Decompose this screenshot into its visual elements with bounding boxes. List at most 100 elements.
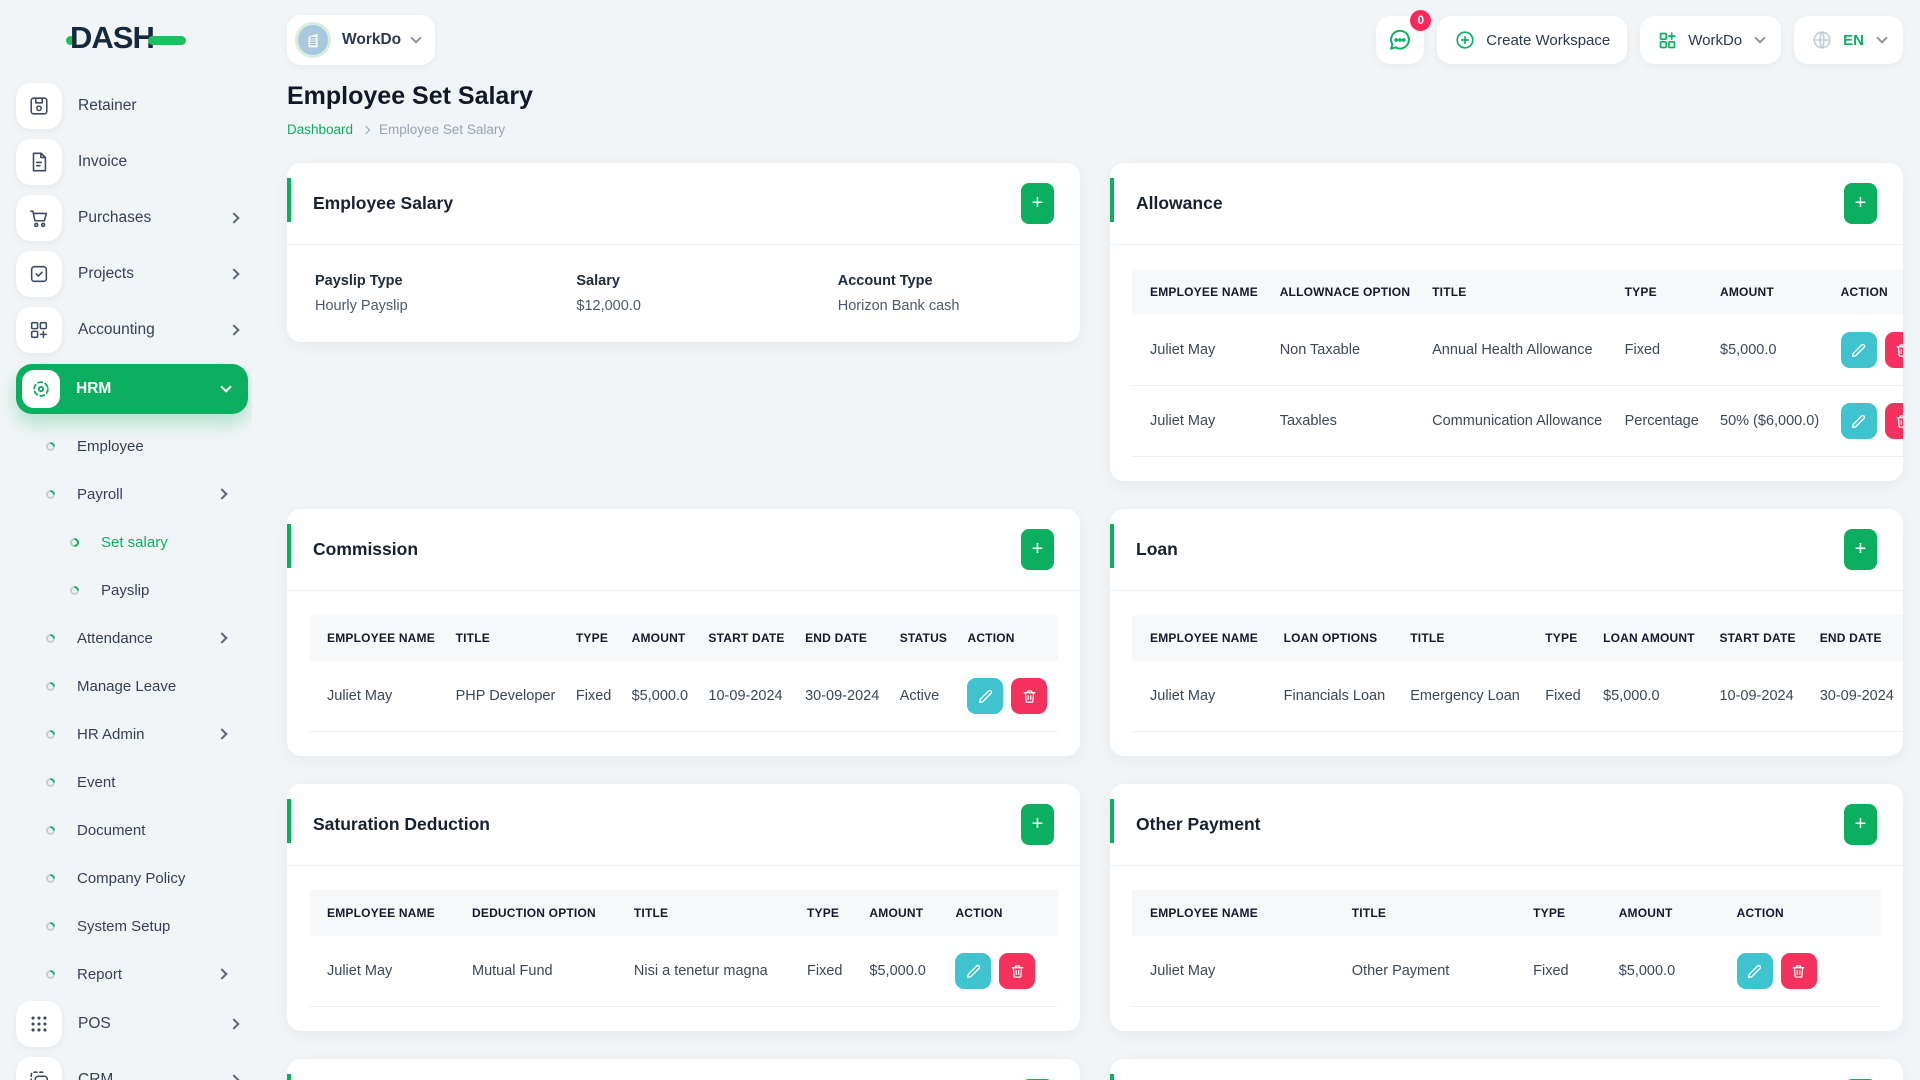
add-commission-button[interactable]: + bbox=[1021, 529, 1054, 570]
sidebar-item-retainer[interactable]: Retainer bbox=[16, 83, 252, 129]
sidebar-item-purchases[interactable]: Purchases bbox=[16, 195, 252, 241]
dash-logo[interactable]: DASH bbox=[16, 14, 252, 62]
column-header: TITLE bbox=[1341, 890, 1524, 936]
workspace-menu-button[interactable]: WorkDo bbox=[1640, 16, 1782, 64]
sidebar-item-set-salary[interactable]: Set salary bbox=[16, 522, 252, 562]
pencil-icon bbox=[1852, 343, 1866, 357]
workspace-switcher[interactable]: WorkDo bbox=[287, 15, 436, 65]
edit-button[interactable] bbox=[1840, 332, 1877, 368]
delete-button[interactable] bbox=[1884, 332, 1903, 368]
messages-button[interactable]: 0 bbox=[1376, 10, 1432, 64]
sidebar-item-hr-admin[interactable]: HR Admin bbox=[16, 714, 252, 754]
sidebar-item-accounting[interactable]: Accounting bbox=[16, 307, 252, 353]
sidebar-item-label: Payroll bbox=[77, 485, 123, 503]
plus-circle-icon bbox=[1456, 31, 1474, 49]
workspace-menu-label: WorkDo bbox=[1688, 31, 1743, 49]
commission-table: EMPLOYEE NAME TITLE TYPE AMOUNT START DATE EN… bbox=[309, 615, 1058, 732]
topbar-actions: 0 Create Workspace WorkDo EN bbox=[1376, 10, 1903, 64]
add-saturation-deduction-button[interactable]: + bbox=[1021, 804, 1054, 845]
sidebar-item-projects[interactable]: Projects bbox=[16, 251, 252, 297]
card-title: Saturation Deduction bbox=[313, 814, 490, 834]
edit-button[interactable] bbox=[967, 678, 1004, 714]
sidebar-item-payroll[interactable]: Payroll bbox=[16, 474, 252, 514]
column-header: DEDUCTION OPTION bbox=[462, 890, 624, 936]
sidebar-item-label: Attendance bbox=[77, 629, 153, 647]
delete-button[interactable] bbox=[1011, 678, 1048, 714]
sidebar-item-employee[interactable]: Employee bbox=[16, 426, 252, 466]
sidebar-item-hrm[interactable]: HRM bbox=[16, 364, 248, 414]
add-loan-button[interactable]: + bbox=[1844, 529, 1877, 570]
sidebar-item-manage-leave[interactable]: Manage Leave bbox=[16, 666, 252, 706]
chevron-right-icon bbox=[228, 1018, 240, 1030]
column-header: END DATE bbox=[795, 615, 890, 661]
bullet-icon bbox=[44, 967, 57, 981]
bullet-icon bbox=[44, 775, 57, 789]
create-workspace-button[interactable]: Create Workspace bbox=[1437, 16, 1628, 64]
column-header: AMOUNT bbox=[1710, 269, 1831, 315]
table-header-row: EMPLOYEE NAME DEDUCTION OPTION TITLE TYPE AM… bbox=[309, 890, 1058, 936]
projects-icon bbox=[16, 251, 62, 297]
sidebar-item-label: Set salary bbox=[101, 533, 168, 551]
card-title: Other Payment bbox=[1136, 814, 1261, 834]
breadcrumb-dashboard-link[interactable]: Dashboard bbox=[287, 122, 353, 137]
table-cell: $5,000.0 bbox=[1710, 315, 1831, 386]
sidebar-item-report[interactable]: Report bbox=[16, 954, 252, 994]
sidebar-item-label: Accounting bbox=[78, 321, 155, 338]
bullet-icon bbox=[44, 631, 57, 645]
card-header: Allowance + bbox=[1110, 163, 1903, 245]
sidebar-item-label: Report bbox=[77, 965, 123, 983]
pencil-icon bbox=[1748, 964, 1762, 978]
sidebar-item-event[interactable]: Event bbox=[16, 762, 252, 802]
card-header: Commission + bbox=[287, 509, 1080, 591]
edit-button[interactable] bbox=[1736, 953, 1773, 989]
actions-cell bbox=[945, 936, 1058, 1007]
sidebar-item-system-setup[interactable]: System Setup bbox=[16, 906, 252, 946]
sidebar-item-payslip[interactable]: Payslip bbox=[16, 570, 252, 610]
column-header: TYPE bbox=[1523, 890, 1609, 936]
trash-icon bbox=[1896, 414, 1903, 428]
bullet-icon bbox=[68, 583, 81, 597]
column-header: TITLE bbox=[623, 890, 797, 936]
delete-button[interactable] bbox=[999, 953, 1036, 989]
edit-button[interactable] bbox=[955, 953, 992, 989]
employee-salary-card: Employee Salary + Payslip Type Hourly Pa… bbox=[287, 163, 1080, 342]
sidebar-item-invoice[interactable]: Invoice bbox=[16, 139, 252, 185]
column-header: END DATE bbox=[1809, 615, 1903, 661]
card-header: Saturation Deduction + bbox=[287, 784, 1080, 866]
add-other-payment-button[interactable]: + bbox=[1844, 804, 1877, 845]
column-header: TYPE bbox=[1535, 615, 1594, 661]
sidebar-item-label: Retainer bbox=[78, 97, 137, 114]
table-row: Juliet May Taxables Communication Allowanc… bbox=[1132, 385, 1903, 457]
topbar: WorkDo 0 Create Workspace WorkDo EN bbox=[287, 0, 1903, 70]
delete-button[interactable] bbox=[1884, 403, 1903, 439]
column-header: TYPE bbox=[796, 890, 860, 936]
column-header: STATUS bbox=[889, 615, 958, 661]
sidebar-item-pos[interactable]: POS bbox=[16, 1001, 252, 1047]
table-row: Juliet May PHP Developer Fixed $5,000.0 10-0… bbox=[309, 661, 1058, 732]
language-selector[interactable]: EN bbox=[1794, 16, 1903, 64]
table-cell: PHP Developer bbox=[445, 661, 566, 732]
table-cell: Juliet May bbox=[309, 936, 462, 1007]
pencil-icon bbox=[978, 689, 993, 703]
table-cell: Juliet May bbox=[1132, 315, 1270, 386]
sidebar-item-label: POS bbox=[78, 1015, 111, 1032]
sidebar-item-document[interactable]: Document bbox=[16, 810, 252, 850]
sidebar-item-crm[interactable]: CRM bbox=[16, 1057, 252, 1080]
add-allowance-button[interactable]: + bbox=[1844, 183, 1877, 224]
actions-cell bbox=[1830, 315, 1903, 386]
sidebar-item-company-policy[interactable]: Company Policy bbox=[16, 858, 252, 898]
allowance-card: Allowance + EMPLOYEE NAME ALLOWNACE OPTIO… bbox=[1110, 163, 1903, 481]
edit-button[interactable] bbox=[1840, 403, 1877, 439]
add-employee-salary-button[interactable]: + bbox=[1021, 183, 1054, 224]
retainer-icon bbox=[16, 83, 62, 129]
column-header: ACTION bbox=[1726, 890, 1881, 936]
sidebar-item-attendance[interactable]: Attendance bbox=[16, 618, 252, 658]
column-header: START DATE bbox=[698, 615, 796, 661]
delete-button[interactable] bbox=[1780, 953, 1817, 989]
table-cell: Fixed bbox=[565, 661, 622, 732]
table-cell: 10-09-2024 bbox=[1709, 661, 1810, 732]
table-cell: 10-09-2024 bbox=[698, 661, 796, 732]
column-header: EMPLOYEE NAME bbox=[1132, 890, 1342, 936]
trash-icon bbox=[1896, 343, 1903, 357]
sidebar-item-label: HR Admin bbox=[77, 725, 145, 743]
